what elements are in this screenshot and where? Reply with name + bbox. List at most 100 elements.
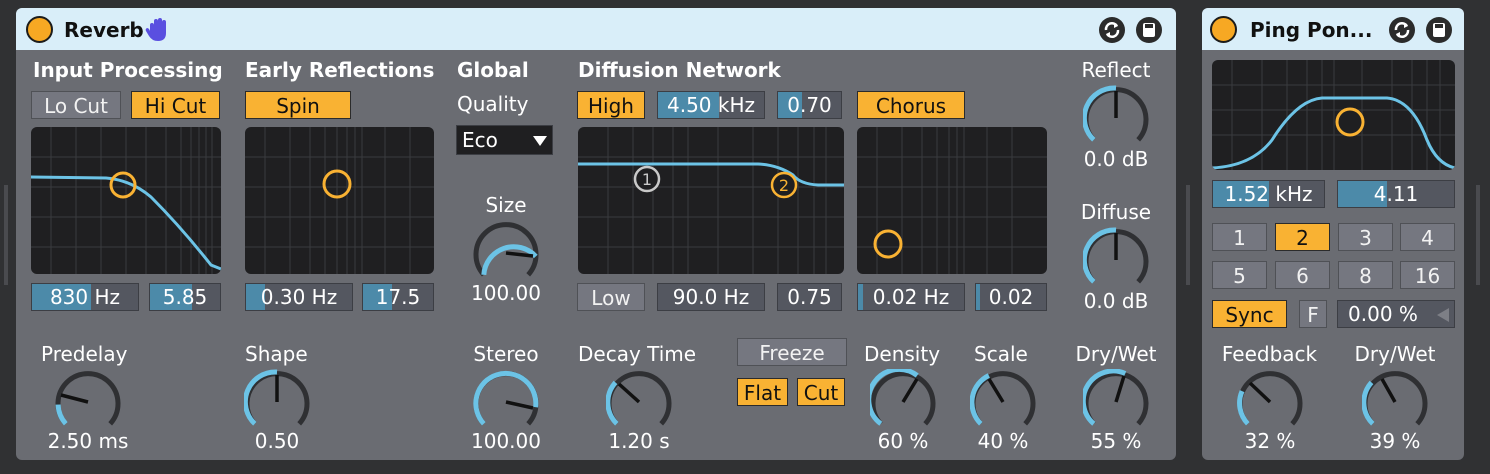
predelay-label: Predelay — [41, 342, 128, 366]
beat-button-2[interactable]: 2 — [1275, 223, 1330, 251]
svg-text:1: 1 — [642, 170, 652, 189]
density-knob[interactable] — [870, 369, 936, 435]
beat-button-16[interactable]: 16 — [1400, 261, 1455, 289]
stereo-label: Stereo — [473, 342, 539, 366]
pp-offset-box[interactable]: 0.00 % — [1337, 300, 1455, 328]
shape-label: Shape — [245, 342, 308, 366]
beat-button-8[interactable]: 8 — [1338, 261, 1393, 289]
beat-button-5[interactable]: 5 — [1212, 261, 1267, 289]
ping-pong-power-button[interactable] — [1210, 16, 1237, 43]
reflect-label: Reflect — [1081, 58, 1151, 82]
hand-icon — [145, 18, 166, 41]
shape-value: 0.50 — [254, 429, 300, 453]
reverb-title-bar: Reverb — [16, 8, 1176, 50]
pp-save-preset-icon[interactable] — [1426, 17, 1452, 43]
reverb-device: Reverb Input Processing Lo Cut Hi Cut 83… — [16, 8, 1176, 460]
reverb-title: Reverb — [64, 18, 144, 42]
quality-dropdown[interactable]: Eco — [456, 125, 553, 155]
beat-button-6[interactable]: 6 — [1275, 261, 1330, 289]
diffusion-node-2[interactable]: 2 — [769, 170, 799, 200]
high-amount-box[interactable]: 0.70 — [777, 91, 842, 119]
chevron-down-icon — [533, 136, 547, 146]
beat-button-4[interactable]: 4 — [1400, 223, 1455, 251]
beat-button-3[interactable]: 3 — [1338, 223, 1393, 251]
density-value: 60 % — [877, 429, 929, 453]
spin-amount-box[interactable]: 17.5 — [362, 283, 434, 311]
chorus-amount-box[interactable]: 0.02 — [975, 283, 1047, 311]
decay-time-knob[interactable] — [606, 369, 672, 435]
left-edge-meter — [4, 185, 8, 285]
chain-separator — [1186, 185, 1190, 285]
reflect-value: 0.0 dB — [1083, 147, 1149, 171]
reverb-drywet-knob[interactable] — [1083, 369, 1149, 435]
diffusion-display[interactable]: 1 2 — [578, 127, 844, 274]
predelay-knob[interactable] — [55, 369, 121, 435]
spin-rate-box[interactable]: 0.30 Hz — [245, 283, 353, 311]
feedback-value: 32 % — [1244, 429, 1296, 453]
low-toggle[interactable]: Low — [577, 283, 645, 311]
input-freq-box[interactable]: 830 Hz — [31, 283, 139, 311]
stereo-knob[interactable] — [473, 369, 539, 435]
lo-cut-toggle[interactable]: Lo Cut — [31, 91, 121, 119]
input-filter-display[interactable] — [31, 127, 221, 274]
diffusion-network-heading: Diffusion Network — [578, 58, 781, 82]
ping-pong-device: Ping Pon... 1.52 kHz 4.11 1 2 3 4 5 6 8 … — [1202, 8, 1464, 460]
right-edge-meter — [1476, 185, 1480, 285]
high-freq-box[interactable]: 4.50 kHz — [657, 91, 765, 119]
decay-time-value: 1.20 s — [608, 429, 670, 453]
reflect-knob[interactable] — [1083, 85, 1149, 151]
reverb-drywet-label: Dry/Wet — [1075, 342, 1157, 366]
pp-drywet-knob[interactable] — [1362, 369, 1428, 435]
global-heading: Global — [457, 58, 529, 82]
diffuse-value: 0.0 dB — [1083, 289, 1149, 313]
f-toggle[interactable]: F — [1299, 300, 1327, 328]
hot-swap-icon[interactable] — [1099, 17, 1125, 43]
beat-button-1[interactable]: 1 — [1212, 223, 1267, 251]
diffuse-knob[interactable] — [1083, 227, 1149, 293]
chorus-rate-box[interactable]: 0.02 Hz — [857, 283, 965, 311]
scale-knob[interactable] — [970, 369, 1036, 435]
cut-toggle[interactable]: Cut — [797, 378, 845, 406]
scale-value: 40 % — [977, 429, 1029, 453]
feedback-label: Feedback — [1221, 342, 1318, 366]
size-value: 100.00 — [471, 281, 541, 305]
early-reflections-heading: Early Reflections — [245, 58, 435, 82]
quality-value: Eco — [462, 128, 498, 152]
high-toggle[interactable]: High — [577, 91, 645, 119]
flat-toggle[interactable]: Flat — [737, 378, 788, 406]
pp-freq-box[interactable]: 1.52 kHz — [1212, 180, 1325, 208]
feedback-knob[interactable] — [1237, 369, 1303, 435]
ping-pong-title: Ping Pon... — [1250, 18, 1373, 42]
low-freq-box[interactable]: 90.0 Hz — [657, 283, 765, 311]
pp-filter-display[interactable] — [1212, 60, 1455, 170]
sync-toggle[interactable]: Sync — [1212, 300, 1287, 328]
reverb-drywet-value: 55 % — [1090, 429, 1142, 453]
svg-text:2: 2 — [779, 176, 789, 195]
scale-label: Scale — [974, 342, 1028, 366]
chorus-display[interactable] — [857, 127, 1047, 274]
chorus-toggle[interactable]: Chorus — [857, 91, 965, 119]
pp-drywet-value: 39 % — [1369, 429, 1421, 453]
spin-display[interactable] — [245, 127, 434, 274]
diffuse-label: Diffuse — [1080, 200, 1152, 224]
spin-toggle[interactable]: Spin — [245, 91, 351, 119]
pp-drywet-label: Dry/Wet — [1354, 342, 1436, 366]
stereo-value: 100.00 — [471, 429, 541, 453]
quality-label: Quality — [457, 92, 529, 116]
size-label: Size — [485, 193, 527, 217]
low-amount-box[interactable]: 0.75 — [777, 283, 842, 311]
hi-cut-toggle[interactable]: Hi Cut — [131, 91, 220, 119]
diffusion-node-1[interactable]: 1 — [632, 164, 662, 194]
decay-time-label: Decay Time — [578, 342, 697, 366]
shape-knob[interactable] — [244, 369, 310, 435]
reverb-power-button[interactable] — [26, 16, 53, 43]
density-label: Density — [864, 342, 941, 366]
size-knob[interactable] — [473, 220, 539, 286]
freeze-toggle[interactable]: Freeze — [737, 338, 847, 366]
pp-width-box[interactable]: 4.11 — [1337, 180, 1455, 208]
save-preset-icon[interactable] — [1136, 17, 1162, 43]
offset-arrow-icon — [1437, 308, 1449, 322]
pp-hot-swap-icon[interactable] — [1389, 17, 1415, 43]
ping-pong-title-bar: Ping Pon... — [1202, 8, 1464, 50]
input-q-box[interactable]: 5.85 — [149, 283, 221, 311]
